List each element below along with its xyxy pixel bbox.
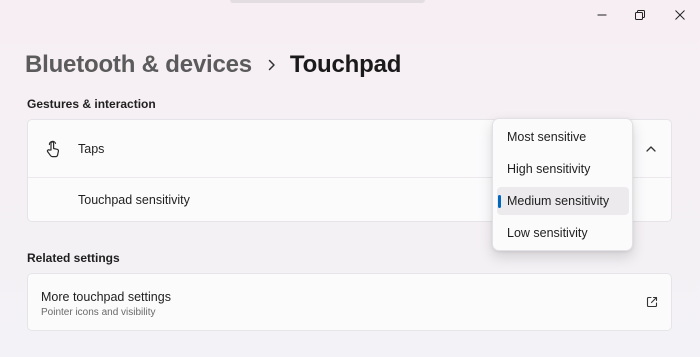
more-touchpad-settings-title: More touchpad settings xyxy=(41,290,171,304)
sensitivity-option-selected[interactable]: Medium sensitivity xyxy=(497,187,629,215)
hand-tap-icon xyxy=(46,140,60,158)
selection-indicator xyxy=(498,195,501,208)
section-title-related: Related settings xyxy=(27,251,120,265)
breadcrumb-parent-link[interactable]: Bluetooth & devices xyxy=(25,51,252,79)
maximize-icon xyxy=(635,10,645,20)
close-button[interactable] xyxy=(658,2,700,28)
sensitivity-option[interactable]: Most sensitive xyxy=(497,123,629,151)
minimize-icon xyxy=(597,14,607,16)
sensitivity-option-label: Low sensitivity xyxy=(507,226,588,240)
touchpad-sensitivity-label: Touchpad sensitivity xyxy=(78,193,190,207)
sensitivity-dropdown-menu: Most sensitive High sensitivity Medium s… xyxy=(492,118,633,251)
open-external-icon xyxy=(646,296,658,308)
sensitivity-option[interactable]: High sensitivity xyxy=(497,155,629,183)
chevron-right-icon xyxy=(268,59,276,71)
chevron-up-icon[interactable] xyxy=(644,142,658,156)
section-title-gestures: Gestures & interaction xyxy=(27,97,156,111)
maximize-button[interactable] xyxy=(618,2,662,28)
close-icon xyxy=(675,10,685,20)
sensitivity-option[interactable]: Low sensitivity xyxy=(497,219,629,247)
taps-label: Taps xyxy=(78,142,105,156)
sensitivity-option-label: Most sensitive xyxy=(507,130,587,144)
more-touchpad-settings-link[interactable]: More touchpad settings Pointer icons and… xyxy=(27,273,672,331)
sensitivity-option-label: Medium sensitivity xyxy=(507,194,610,208)
breadcrumb: Bluetooth & devices Touchpad xyxy=(25,47,401,83)
titlebar-edge xyxy=(230,0,425,3)
page-title: Touchpad xyxy=(289,51,402,78)
sensitivity-option-label: High sensitivity xyxy=(507,162,591,176)
more-touchpad-settings-subtitle: Pointer icons and visibility xyxy=(41,307,156,318)
